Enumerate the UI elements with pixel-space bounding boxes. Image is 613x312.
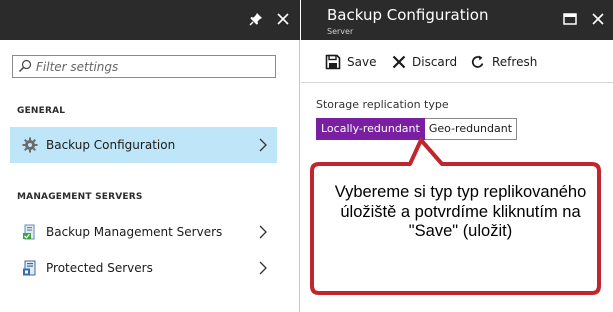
blade-title: Backup Configuration <box>327 6 489 24</box>
server-icon <box>23 224 35 240</box>
menu-item-label: Protected Servers <box>46 261 153 275</box>
save-button[interactable]: Save <box>325 53 377 71</box>
protected-server-icon <box>23 260 36 276</box>
close-blade-button[interactable] <box>586 7 610 31</box>
refresh-icon <box>471 55 484 68</box>
chevron-right-icon <box>259 138 267 152</box>
close-settings-button[interactable] <box>270 6 296 32</box>
settings-blade: GENERAL Backup Configuration MANAGEMENT … <box>0 0 300 312</box>
menu-item-label: Backup Management Servers <box>46 225 223 239</box>
filter-settings-input[interactable] <box>36 57 272 76</box>
command-bar: Save Discard Refresh <box>301 41 613 83</box>
maximize-icon <box>563 13 577 25</box>
save-icon <box>325 54 341 70</box>
settings-blade-header <box>0 0 300 40</box>
storage-replication-label: Storage replication type <box>316 98 449 111</box>
callout-text: Vybereme si typ typ replikovaného úložiš… <box>334 183 587 240</box>
blade-header: Backup Configuration Server <box>301 0 613 40</box>
discard-button[interactable]: Discard <box>391 53 457 71</box>
filter-settings-field[interactable] <box>12 55 276 78</box>
refresh-button-label: Refresh <box>492 55 538 69</box>
gear-icon <box>22 137 38 153</box>
pin-icon <box>249 13 262 26</box>
menu-item-backup-configuration[interactable]: Backup Configuration <box>10 127 277 163</box>
menu-item-backup-management-servers[interactable]: Backup Management Servers <box>10 214 277 250</box>
maximize-button[interactable] <box>558 7 582 31</box>
discard-button-label: Discard <box>412 55 458 69</box>
menu-item-label: Backup Configuration <box>46 138 176 152</box>
pin-button[interactable] <box>243 6 269 32</box>
discard-icon <box>392 55 406 69</box>
chevron-right-icon <box>259 225 267 239</box>
save-button-label: Save <box>347 55 377 69</box>
chevron-right-icon <box>259 261 267 275</box>
blade-subtitle: Server <box>327 27 354 36</box>
close-icon <box>592 13 604 25</box>
section-header-management-servers: MANAGEMENT SERVERS <box>17 192 143 202</box>
close-icon <box>277 13 289 25</box>
section-header-general: GENERAL <box>17 106 66 116</box>
search-icon <box>19 59 32 72</box>
menu-item-protected-servers[interactable]: Protected Servers <box>10 250 277 286</box>
refresh-button[interactable]: Refresh <box>470 53 538 71</box>
